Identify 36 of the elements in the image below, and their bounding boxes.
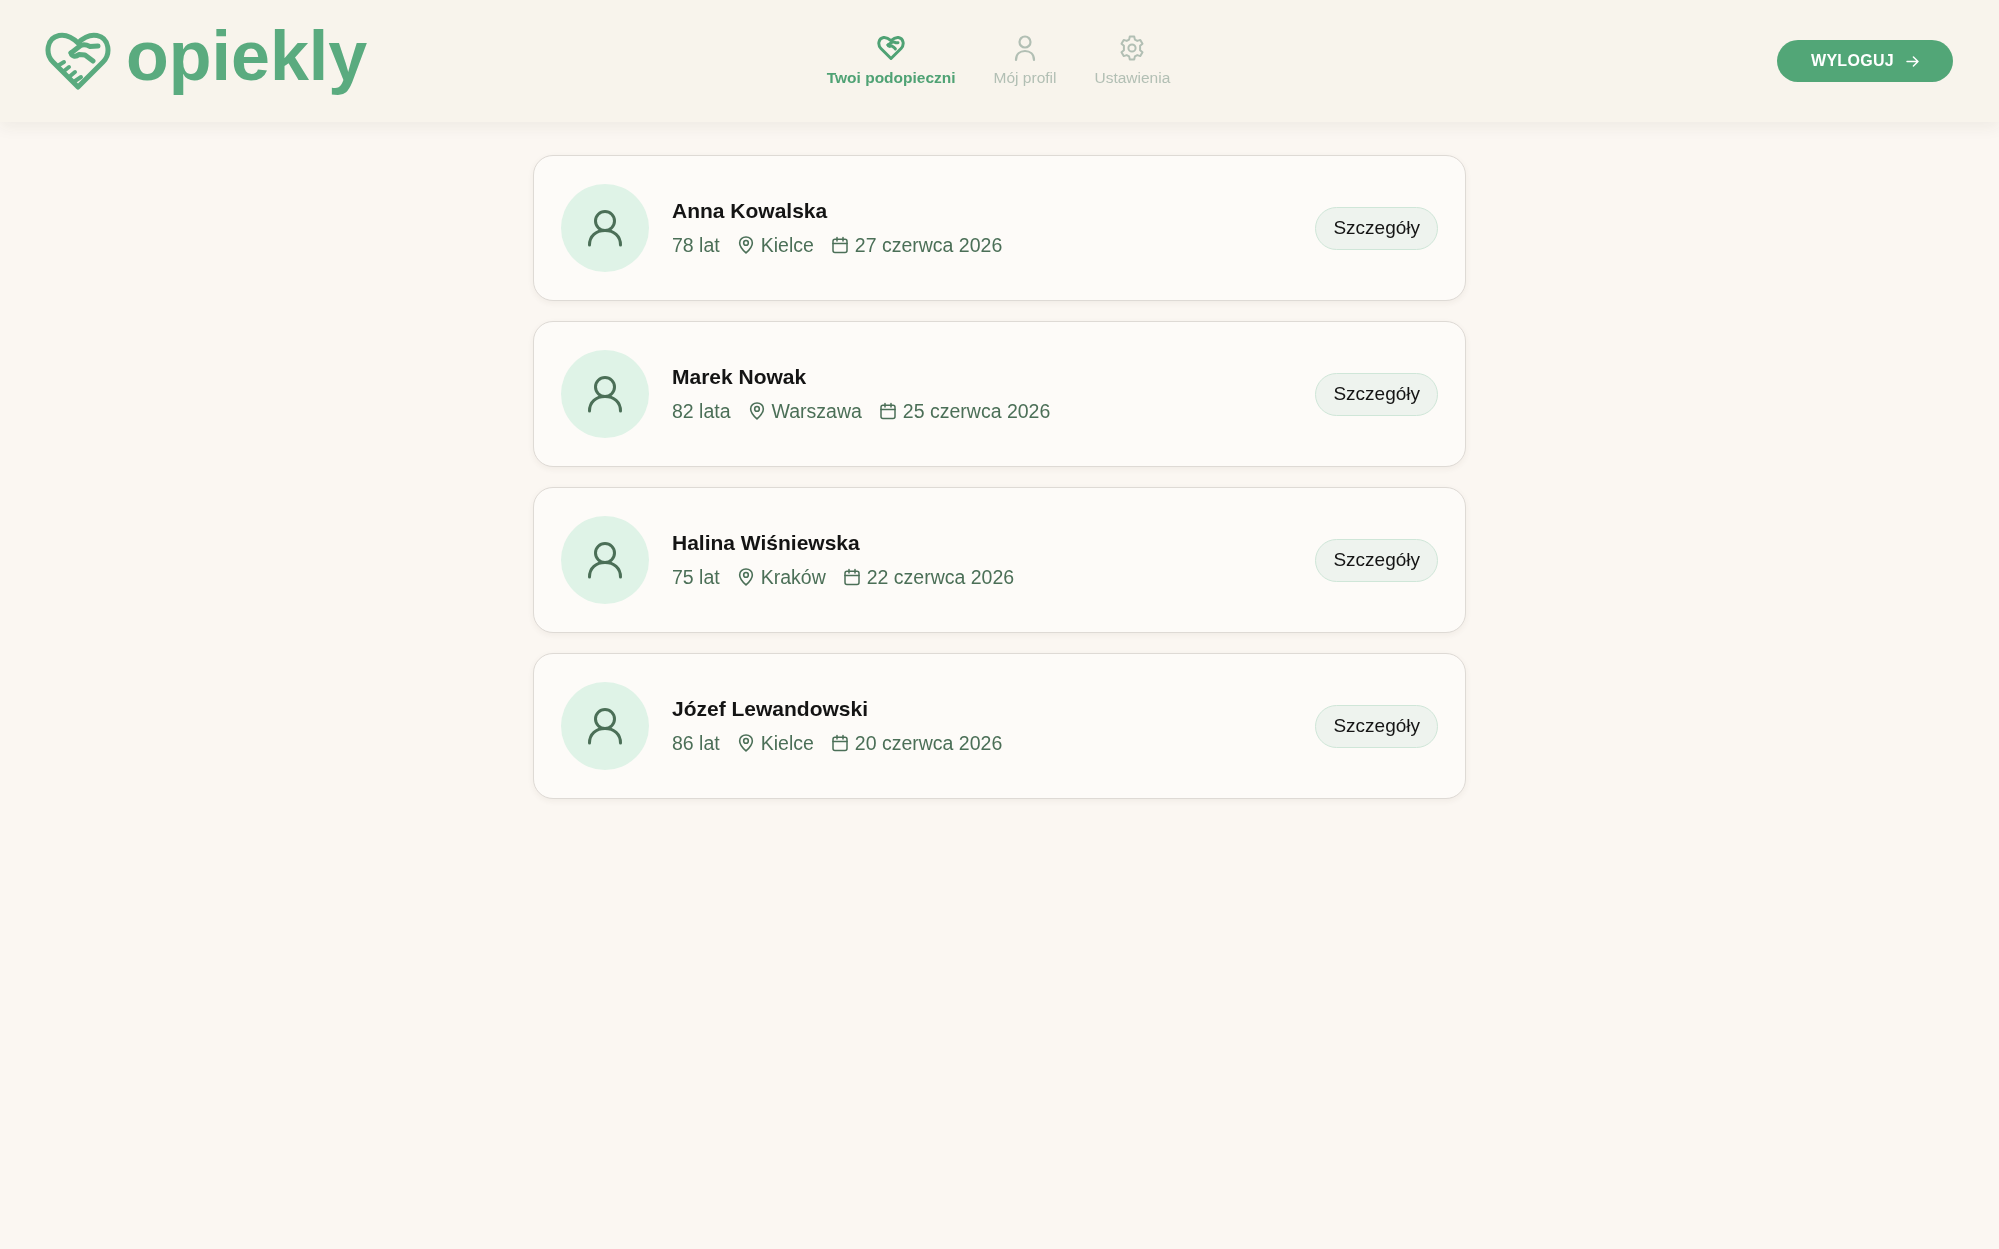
patient-age: 82 lata xyxy=(672,399,731,424)
heart-handshake-icon xyxy=(44,31,112,91)
visit-date: 27 czerwca 2026 xyxy=(854,233,1003,258)
patient-city: Kielce xyxy=(760,731,814,756)
details-button[interactable]: Szczegóły xyxy=(1315,206,1438,250)
heart-handshake-icon xyxy=(877,34,906,62)
calendar-icon xyxy=(831,734,848,752)
details-button[interactable]: Szczegóły xyxy=(1315,704,1438,748)
patient-city: Warszawa xyxy=(771,399,862,424)
arrow-right-icon xyxy=(1906,55,1919,67)
patient-age: 75 lat xyxy=(672,565,720,590)
patient-name: Józef Lewandowski xyxy=(672,696,869,722)
patient-name: Marek Nowak xyxy=(672,364,807,390)
location-pin-icon xyxy=(737,734,754,752)
calendar-icon xyxy=(831,236,848,254)
patient-city: Kraków xyxy=(760,565,826,590)
details-button[interactable]: Szczegóły xyxy=(1315,372,1438,416)
details-button[interactable]: Szczegóły xyxy=(1315,538,1438,582)
patient-age: 78 lat xyxy=(672,233,720,258)
avatar-icon xyxy=(561,350,649,438)
calendar-icon xyxy=(879,402,896,420)
location-pin-icon xyxy=(748,402,765,420)
avatar-icon xyxy=(561,516,649,604)
avatar-icon xyxy=(561,682,649,770)
location-pin-icon xyxy=(737,236,754,254)
calendar-icon xyxy=(843,568,860,586)
location-pin-icon xyxy=(737,568,754,586)
visit-date: 22 czerwca 2026 xyxy=(866,565,1015,590)
logo-text: opiekly xyxy=(126,21,368,97)
patient-name: Halina Wiśniewska xyxy=(672,530,860,556)
visit-date: 25 czerwca 2026 xyxy=(902,399,1051,424)
avatar-icon xyxy=(561,184,649,272)
patient-age: 86 lat xyxy=(672,731,720,756)
visit-date: 20 czerwca 2026 xyxy=(854,731,1003,756)
patient-name: Anna Kowalska xyxy=(672,198,828,224)
patient-city: Kielce xyxy=(760,233,814,258)
